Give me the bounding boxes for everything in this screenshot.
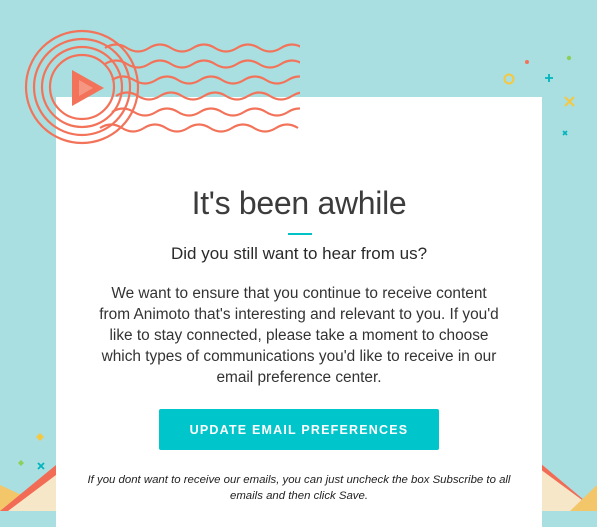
envelope-icon [540,463,597,511]
subheadline: Did you still want to hear from us? [170,244,428,263]
unsubscribe-footnote: If you dont want to receive our emails, … [87,474,511,502]
update-email-preferences-button[interactable]: UPDATE EMAIL PREFERENCES [159,409,439,450]
headline: It's been awhile [191,185,407,221]
animoto-play-stamp-icon [24,29,300,145]
accent-divider [288,233,312,235]
body-text: We want to ensure that you continue to r… [99,285,499,386]
envelope-icon [0,465,56,511]
